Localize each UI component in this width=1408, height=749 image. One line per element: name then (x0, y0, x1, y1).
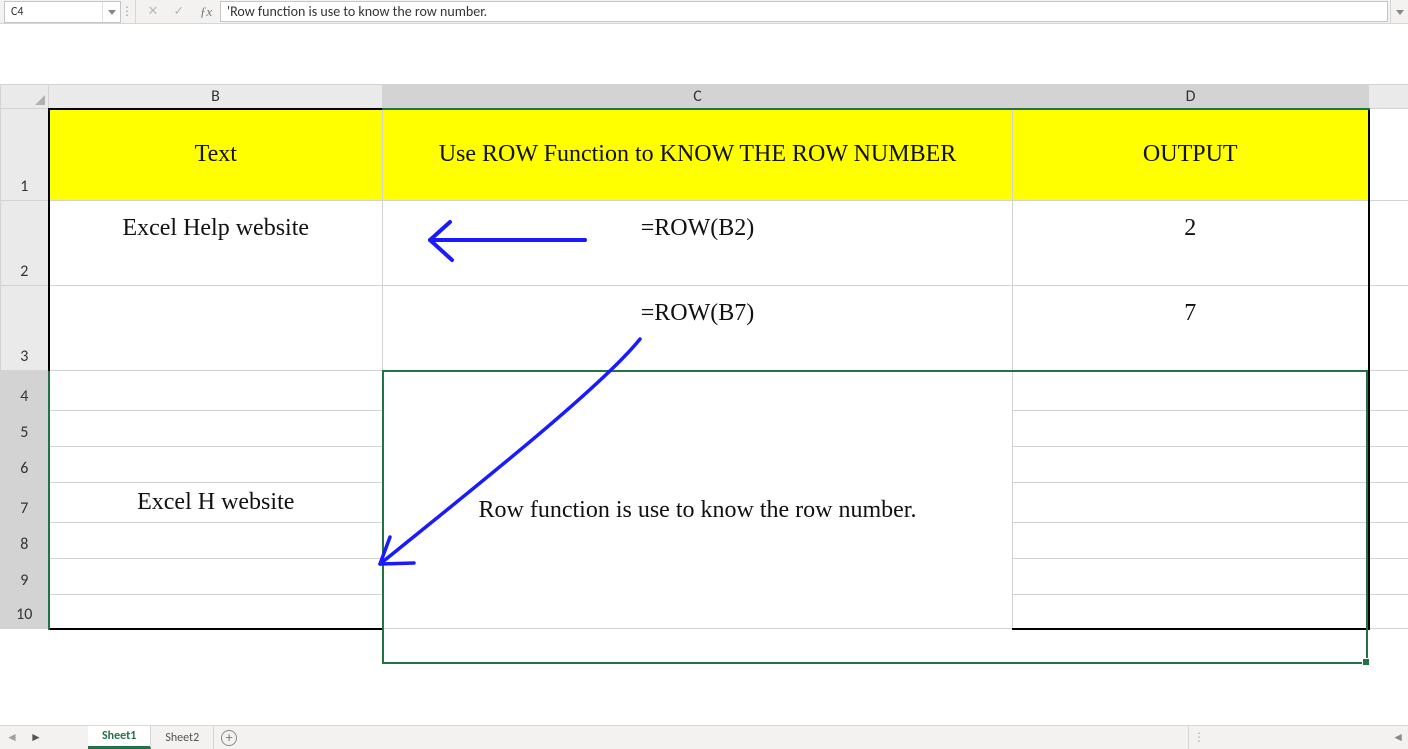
cell-D9[interactable] (1013, 559, 1369, 595)
row-header-6[interactable]: 6 (1, 447, 49, 483)
cell-D3[interactable]: 7 (1013, 286, 1369, 371)
cell-D6[interactable] (1013, 447, 1369, 483)
cell-D10[interactable] (1013, 595, 1369, 629)
separator (135, 0, 136, 23)
col-header-d[interactable]: D (1013, 85, 1369, 109)
cell-B8[interactable] (49, 523, 383, 559)
cell-C4[interactable]: Row function is use to know the row numb… (383, 371, 1013, 629)
formula-bar-expand-icon[interactable] (1390, 0, 1408, 23)
formula-input[interactable]: 'Row function is use to know the row num… (220, 1, 1388, 22)
row-header-2[interactable]: 2 (1, 201, 49, 286)
cell-B3[interactable] (49, 286, 383, 371)
name-box-value: C4 (11, 5, 23, 19)
cell-B6[interactable] (49, 447, 383, 483)
spreadsheet-grid[interactable]: B C D 1 Text Use ROW Function to KNOW TH… (0, 84, 1408, 630)
cell-E3[interactable] (1369, 286, 1408, 371)
cell-E1[interactable] (1369, 109, 1408, 201)
select-all-corner[interactable] (1, 85, 49, 109)
cell-E4[interactable] (1369, 371, 1408, 411)
cell-D8[interactable] (1013, 523, 1369, 559)
cell-B2[interactable]: Excel Help website (49, 201, 383, 286)
cell-D1[interactable]: OUTPUT (1013, 109, 1369, 201)
tab-nav-next-icon[interactable]: ► (24, 726, 48, 749)
name-box-dropdown-icon[interactable] (102, 2, 120, 22)
cell-D7[interactable] (1013, 483, 1369, 523)
name-box[interactable]: C4 (4, 1, 121, 23)
row-header-4[interactable]: 4 (1, 371, 49, 411)
row-header-9[interactable]: 9 (1, 559, 49, 595)
row-header-10[interactable]: 10 (1, 595, 49, 629)
cell-E8[interactable] (1369, 523, 1408, 559)
cell-E9[interactable] (1369, 559, 1408, 595)
tab-label: Sheet1 (102, 729, 136, 743)
cell-E10[interactable] (1369, 595, 1408, 629)
col-header-b[interactable]: B (49, 85, 383, 109)
row-header-3[interactable]: 3 (1, 286, 49, 371)
cancel-icon: ✕ (140, 0, 166, 23)
horizontal-scroll-area[interactable]: ⋮ ◄ (1188, 726, 1408, 749)
cell-B5[interactable] (49, 411, 383, 447)
cell-B1[interactable]: Text (49, 109, 383, 201)
cell-B4[interactable] (49, 371, 383, 411)
cell-D2[interactable]: 2 (1013, 201, 1369, 286)
cell-C3[interactable]: =ROW(B7) (383, 286, 1013, 371)
tab-sheet2[interactable]: Sheet2 (151, 726, 214, 749)
row-header-8[interactable]: 8 (1, 523, 49, 559)
tab-label: Sheet2 (165, 731, 199, 745)
tab-nav-prev-icon[interactable]: ◄ (0, 726, 24, 749)
row-header-5[interactable]: 5 (1, 411, 49, 447)
formula-text: 'Row function is use to know the row num… (227, 3, 487, 20)
cell-D4[interactable] (1013, 371, 1369, 411)
formula-bar-grip[interactable] (123, 0, 131, 23)
sheet-tab-bar: ◄ ► Sheet1 Sheet2 + ⋮ ◄ (0, 725, 1408, 749)
tab-sheet1[interactable]: Sheet1 (88, 726, 151, 749)
cell-C2[interactable]: =ROW(B2) (383, 201, 1013, 286)
add-sheet-button[interactable]: + (214, 726, 244, 749)
fx-icon[interactable]: ƒx (192, 0, 220, 23)
cell-E7[interactable] (1369, 483, 1408, 523)
cell-E2[interactable] (1369, 201, 1408, 286)
cell-B9[interactable] (49, 559, 383, 595)
col-header-overflow[interactable] (1369, 85, 1408, 109)
cell-B7[interactable]: Excel H website (49, 483, 383, 523)
enter-icon: ✓ (166, 0, 192, 23)
cell-B10[interactable] (49, 595, 383, 629)
formula-bar: C4 ✕ ✓ ƒx 'Row function is use to know t… (0, 0, 1408, 24)
row-header-7[interactable]: 7 (1, 483, 49, 523)
col-header-c[interactable]: C (383, 85, 1013, 109)
ribbon-gap (0, 24, 1408, 84)
row-header-1[interactable]: 1 (1, 109, 49, 201)
cell-D5[interactable] (1013, 411, 1369, 447)
scroll-left-icon[interactable]: ◄ (1392, 730, 1404, 745)
cell-C1[interactable]: Use ROW Function to KNOW THE ROW NUMBER (383, 109, 1013, 201)
cell-E5[interactable] (1369, 411, 1408, 447)
cell-E6[interactable] (1369, 447, 1408, 483)
